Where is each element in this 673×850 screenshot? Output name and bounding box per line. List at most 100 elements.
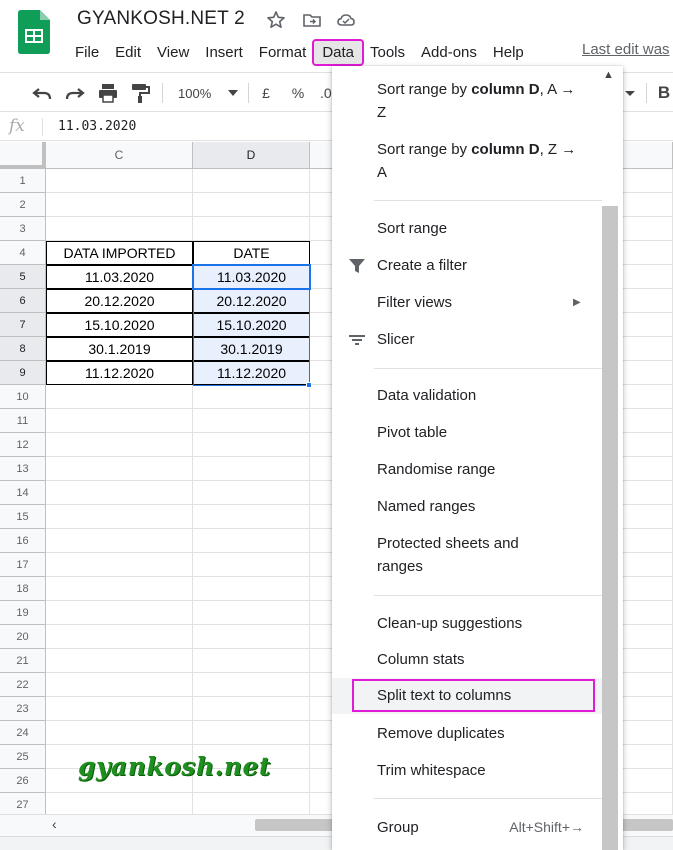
cell-c13[interactable] (46, 457, 193, 481)
menu-view[interactable]: View (149, 41, 197, 64)
cell-c10[interactable] (46, 385, 193, 409)
row-header[interactable]: 16 (0, 529, 46, 553)
formula-input[interactable]: 11.03.2020 (58, 119, 136, 134)
cell-d18[interactable] (193, 577, 310, 601)
cell-d10[interactable] (193, 385, 310, 409)
cell-d15[interactable] (193, 505, 310, 529)
cell-c12[interactable] (46, 433, 193, 457)
menu-item-sort-za[interactable]: Sort range by column D, Z → A (332, 138, 602, 186)
menu-item-group[interactable]: Group Alt+Shift+→ (332, 816, 602, 839)
menu-item-trim-whitespace[interactable]: Trim whitespace (332, 759, 602, 782)
menu-item-protected-sheets[interactable]: Protected sheets and ranges (332, 532, 602, 580)
cell-c23[interactable] (46, 697, 193, 721)
menu-item-create-filter[interactable]: Create a filter (332, 254, 602, 277)
cell-c5[interactable]: 11.03.2020 (46, 265, 193, 289)
cell-d6[interactable]: 20.12.2020 (193, 289, 310, 313)
undo-icon[interactable] (30, 81, 54, 105)
row-header[interactable]: 11 (0, 409, 46, 433)
cell-c15[interactable] (46, 505, 193, 529)
cell-d2[interactable] (193, 193, 310, 217)
row-header[interactable]: 24 (0, 721, 46, 745)
row-header[interactable]: 15 (0, 505, 46, 529)
row-header[interactable]: 1 (0, 169, 46, 193)
cell-c27[interactable] (46, 793, 193, 814)
cell-c20[interactable] (46, 625, 193, 649)
paint-format-icon[interactable] (128, 81, 152, 105)
scroll-left-icon[interactable]: ‹ (52, 816, 57, 832)
cell-d12[interactable] (193, 433, 310, 457)
menu-help[interactable]: Help (485, 41, 532, 64)
row-header[interactable]: 25 (0, 745, 46, 769)
menu-item-column-stats[interactable]: Column stats (332, 648, 602, 671)
menu-item-sort-range[interactable]: Sort range (332, 217, 602, 240)
percent-format-button[interactable]: % (288, 81, 308, 105)
row-header[interactable]: 17 (0, 553, 46, 577)
cell-c7[interactable]: 15.10.2020 (46, 313, 193, 337)
menu-edit[interactable]: Edit (107, 41, 149, 64)
row-header[interactable]: 18 (0, 577, 46, 601)
menu-tools[interactable]: Tools (362, 41, 413, 64)
cell-d20[interactable] (193, 625, 310, 649)
cell-c8[interactable]: 30.1.2019 (46, 337, 193, 361)
document-title[interactable]: GYANKOSH.NET 2 (77, 8, 245, 30)
cell-d23[interactable] (193, 697, 310, 721)
cell-c3[interactable] (46, 217, 193, 241)
bold-button[interactable]: B (655, 81, 673, 105)
cell-c1[interactable] (46, 169, 193, 193)
row-header[interactable]: 22 (0, 673, 46, 697)
move-to-folder-icon[interactable] (302, 10, 322, 30)
row-header[interactable]: 4 (0, 241, 46, 265)
column-header-d[interactable]: D (193, 142, 310, 169)
column-header-c[interactable]: C (46, 142, 193, 169)
menu-insert[interactable]: Insert (197, 41, 251, 64)
cloud-status-icon[interactable] (336, 10, 356, 30)
row-header[interactable]: 23 (0, 697, 46, 721)
select-all-corner[interactable] (0, 142, 46, 169)
row-header[interactable]: 9 (0, 361, 46, 385)
cell-d7[interactable]: 15.10.2020 (193, 313, 310, 337)
cell-d14[interactable] (193, 481, 310, 505)
menu-item-cleanup-suggestions[interactable]: Clean-up suggestions (332, 612, 602, 635)
cell-d24[interactable] (193, 721, 310, 745)
cell-c6[interactable]: 20.12.2020 (46, 289, 193, 313)
cell-c24[interactable] (46, 721, 193, 745)
cell-c19[interactable] (46, 601, 193, 625)
cell-d21[interactable] (193, 649, 310, 673)
menu-item-named-ranges[interactable]: Named ranges (332, 495, 602, 518)
row-header[interactable]: 20 (0, 625, 46, 649)
cell-c9[interactable]: 11.12.2020 (46, 361, 193, 385)
cell-d16[interactable] (193, 529, 310, 553)
cell-c4[interactable]: DATA IMPORTED (46, 241, 193, 265)
cell-c14[interactable] (46, 481, 193, 505)
row-header[interactable]: 6 (0, 289, 46, 313)
print-icon[interactable] (96, 81, 120, 105)
redo-icon[interactable] (63, 81, 87, 105)
menu-item-slicer[interactable]: Slicer (332, 328, 602, 351)
menu-scroll-up-icon[interactable]: ▲ (603, 69, 614, 81)
cell-d5[interactable]: 11.03.2020 (193, 265, 310, 289)
zoom-select[interactable]: 100% (172, 81, 244, 105)
menu-item-filter-views[interactable]: Filter views ▶ (332, 291, 602, 314)
menu-item-remove-duplicates[interactable]: Remove duplicates (332, 722, 602, 745)
cell-d13[interactable] (193, 457, 310, 481)
cell-d9[interactable]: 11.12.2020 (193, 361, 310, 385)
cell-c2[interactable] (46, 193, 193, 217)
cell-c21[interactable] (46, 649, 193, 673)
cell-d19[interactable] (193, 601, 310, 625)
chevron-down-icon[interactable] (624, 81, 636, 105)
row-header[interactable]: 19 (0, 601, 46, 625)
last-edit-link[interactable]: Last edit was (582, 41, 670, 58)
sheets-logo-icon[interactable] (18, 10, 50, 54)
cell-d11[interactable] (193, 409, 310, 433)
row-header[interactable]: 3 (0, 217, 46, 241)
menu-data[interactable]: Data (312, 38, 364, 66)
menu-item-randomise-range[interactable]: Randomise range (332, 458, 602, 481)
cell-c18[interactable] (46, 577, 193, 601)
row-header[interactable]: 7 (0, 313, 46, 337)
menu-item-data-validation[interactable]: Data validation (332, 384, 602, 407)
menu-item-sort-az[interactable]: Sort range by column D, A → Z (332, 78, 602, 126)
cell-d8[interactable]: 30.1.2019 (193, 337, 310, 361)
cell-c16[interactable] (46, 529, 193, 553)
row-header[interactable]: 27 (0, 793, 46, 814)
row-header[interactable]: 2 (0, 193, 46, 217)
